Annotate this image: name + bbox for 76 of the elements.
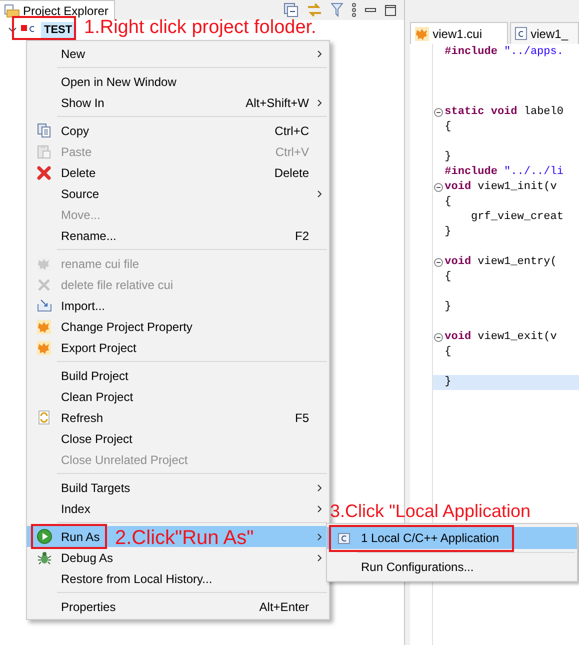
menu-item[interactable]: Build Project: [27, 365, 329, 386]
menu-item[interactable]: Show In Alt+Shift+W: [27, 92, 329, 113]
chevron-right-icon: [316, 50, 322, 58]
menu-item[interactable]: Copy Ctrl+C: [27, 120, 329, 141]
chevron-right-icon: [316, 484, 322, 492]
view-tab[interactable]: Project Explorer: [0, 0, 116, 20]
menu-item[interactable]: Rename... F2: [27, 225, 329, 246]
chevron-right-icon: [316, 190, 322, 198]
fold-toggle-icon[interactable]: [434, 258, 443, 267]
collapse-all-icon[interactable]: [284, 3, 298, 17]
menu-item[interactable]: Import...: [27, 295, 329, 316]
editor-tab[interactable]: view1.cui: [410, 22, 508, 44]
editor-tab[interactable]: view1_: [510, 22, 579, 44]
close-icon: [37, 278, 51, 292]
run-icon: [36, 529, 52, 544]
menu-item[interactable]: New: [27, 43, 329, 64]
bug-icon: [36, 550, 52, 564]
code-line: }: [444, 225, 452, 240]
chevron-down-icon[interactable]: [8, 27, 17, 33]
chevron-right-icon: [316, 504, 322, 512]
menu-item[interactable]: 1 Local C/C++ Application: [327, 527, 577, 549]
more-icon[interactable]: [352, 3, 356, 17]
menu-item[interactable]: Close Project: [27, 428, 329, 449]
code-line: {: [444, 195, 452, 210]
code-line: #include "../apps.: [444, 45, 564, 60]
c-file-icon: [338, 532, 350, 544]
menu-item[interactable]: Build Targets: [27, 477, 329, 498]
code-line: }: [444, 150, 452, 165]
fold-toggle-icon[interactable]: [434, 183, 443, 192]
code-line: {: [444, 120, 452, 135]
code-line: {: [444, 270, 452, 285]
import-icon: [36, 299, 52, 312]
animal-head-icon: [37, 320, 51, 334]
annotation-text: 3.Click "Local Application: [330, 501, 530, 521]
menu-item[interactable]: Debug As: [27, 547, 329, 568]
animal-head-icon: [37, 256, 51, 270]
c-file-icon: [514, 27, 527, 40]
filter-icon[interactable]: [330, 3, 343, 17]
code-line: void view1_exit(v: [444, 330, 557, 345]
menu-item[interactable]: Refresh F5: [27, 407, 329, 428]
highlight-frame: [12, 16, 76, 40]
maximize-icon[interactable]: [384, 4, 396, 16]
chevron-right-icon: [316, 98, 322, 106]
paste-icon: [37, 144, 51, 159]
menu-item[interactable]: Delete Delete: [27, 162, 329, 183]
code-line: }: [444, 300, 452, 315]
copy-icon: [37, 123, 51, 138]
folder-icon: [4, 4, 20, 18]
fold-toggle-icon[interactable]: [434, 333, 443, 342]
menu-item[interactable]: Run Configurations...: [327, 556, 577, 578]
code-line: }: [444, 375, 452, 390]
chevron-right-icon: [316, 554, 322, 562]
code-line: static void label0: [444, 105, 564, 120]
annotation-text: 1.Right click project foloder.: [84, 17, 316, 38]
tree-item[interactable]: TEST: [41, 22, 76, 38]
menu-item[interactable]: Change Project Property: [27, 316, 329, 337]
delete-icon: [37, 166, 51, 180]
menu-item[interactable]: Restore from Local History...: [27, 568, 329, 589]
refresh-icon: [37, 410, 51, 425]
menu-item[interactable]: Open in New Window: [27, 71, 329, 92]
code-line: void view1_init(v: [444, 180, 557, 195]
fold-toggle-icon[interactable]: [434, 108, 443, 117]
menu-item[interactable]: Source: [27, 183, 329, 204]
code-line: #include "../../li: [444, 165, 564, 180]
annotation-text: 2.Click"Run As": [115, 527, 254, 549]
menu-item[interactable]: Properties Alt+Enter: [27, 596, 329, 617]
code-line: void view1_entry(: [444, 255, 557, 270]
animal-head-icon: [37, 340, 51, 354]
code-line: {: [444, 345, 452, 360]
minimize-icon[interactable]: [364, 8, 376, 12]
menu-item[interactable]: Index: [27, 498, 329, 519]
animal-head-icon: [414, 26, 429, 40]
menu-item[interactable]: Clean Project: [27, 386, 329, 407]
code-line: grf_view_creat: [470, 210, 564, 225]
menu-item[interactable]: Export Project: [27, 337, 329, 358]
chevron-right-icon: [316, 532, 322, 540]
